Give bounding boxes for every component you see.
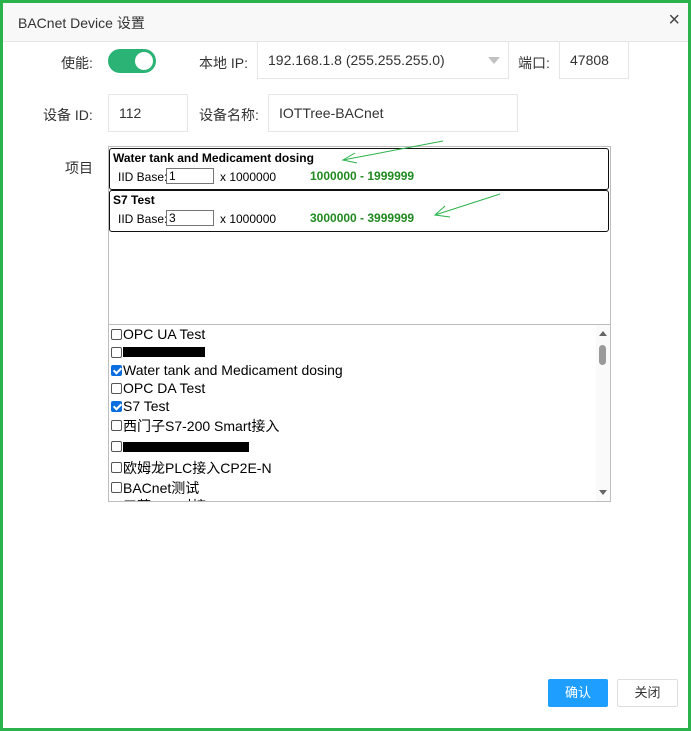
annotation-arrow [434,193,501,216]
dialog-frame: BACnet Device 设置 × 使能: 本地 IP: 192.168.1.… [0,0,691,731]
annotation-arrows [341,140,501,218]
annotation-arrow [342,140,444,161]
annotation-arrowhead [433,205,451,218]
